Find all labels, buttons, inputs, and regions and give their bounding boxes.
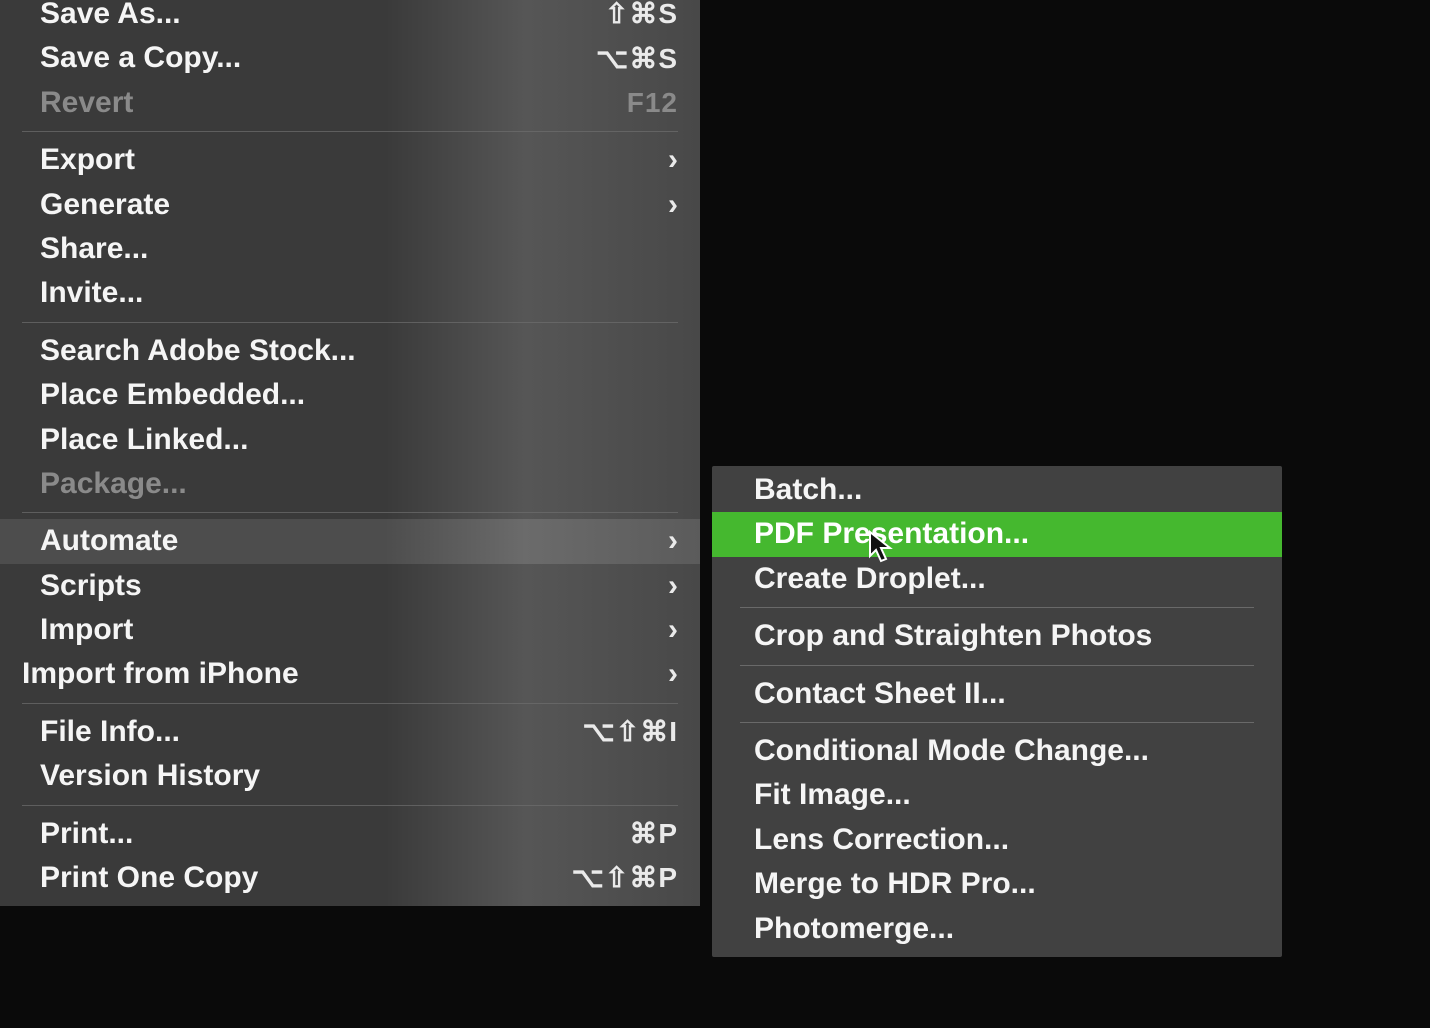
automate-submenu-item-merge-to-hdr-pro[interactable]: Merge to HDR Pro... bbox=[712, 862, 1282, 906]
menu-item-label: Create Droplet... bbox=[754, 560, 1258, 598]
file-menu-item-package: Package... bbox=[0, 462, 700, 506]
menu-item-shortcut: ⌥⇧⌘P bbox=[572, 860, 678, 896]
menu-item-label: Version History bbox=[40, 757, 678, 795]
menu-item-label: Photomerge... bbox=[754, 910, 1258, 948]
automate-submenu-item-fit-image[interactable]: Fit Image... bbox=[712, 773, 1282, 817]
chevron-right-icon: › bbox=[668, 655, 678, 693]
menu-item-shortcut: ⇧⌘S bbox=[605, 0, 678, 32]
automate-submenu[interactable]: Batch... PDF Presentation... Create Drople… bbox=[712, 466, 1282, 957]
file-menu-item-version-history[interactable]: Version History bbox=[0, 754, 700, 798]
file-menu-separator bbox=[22, 131, 678, 132]
file-menu-item-save-a-copy[interactable]: Save a Copy...⌥⌘S bbox=[0, 36, 700, 80]
chevron-right-icon: › bbox=[668, 186, 678, 224]
automate-submenu-separator bbox=[740, 722, 1254, 723]
menu-item-label: Import bbox=[40, 611, 660, 649]
automate-submenu-item-crop-and-straighten-photos[interactable]: Crop and Straighten Photos bbox=[712, 614, 1282, 658]
menu-item-label: Search Adobe Stock... bbox=[40, 332, 678, 370]
menu-item-label: Invite... bbox=[40, 274, 678, 312]
automate-submenu-separator bbox=[740, 607, 1254, 608]
menu-item-label: Revert bbox=[40, 84, 627, 122]
file-menu-item-scripts[interactable]: Scripts› bbox=[0, 564, 700, 608]
file-menu-separator bbox=[22, 805, 678, 806]
automate-submenu-item-batch[interactable]: Batch... bbox=[712, 468, 1282, 512]
chevron-right-icon: › bbox=[668, 141, 678, 179]
file-menu-separator bbox=[22, 512, 678, 513]
menu-item-label: Place Embedded... bbox=[40, 376, 678, 414]
automate-submenu-item-photomerge[interactable]: Photomerge... bbox=[712, 907, 1282, 951]
automate-submenu-item-create-droplet[interactable]: Create Droplet... bbox=[712, 557, 1282, 601]
file-menu-item-import-from-iphone[interactable]: Import from iPhone› bbox=[0, 652, 700, 696]
file-menu-item-print-one-copy[interactable]: Print One Copy⌥⇧⌘P bbox=[0, 856, 700, 900]
file-menu-item-generate[interactable]: Generate› bbox=[0, 183, 700, 227]
file-menu-separator bbox=[22, 322, 678, 323]
automate-submenu-item-lens-correction[interactable]: Lens Correction... bbox=[712, 818, 1282, 862]
menu-item-label: Package... bbox=[40, 465, 678, 503]
file-menu-item-invite[interactable]: Invite... bbox=[0, 271, 700, 315]
chevron-right-icon: › bbox=[668, 567, 678, 605]
file-menu-item-place-embedded[interactable]: Place Embedded... bbox=[0, 373, 700, 417]
menu-item-label: Share... bbox=[40, 230, 678, 268]
menu-item-label: Contact Sheet II... bbox=[754, 675, 1258, 713]
menu-item-shortcut: ⌥⇧⌘I bbox=[582, 714, 678, 750]
file-menu-item-revert: RevertF12 bbox=[0, 81, 700, 125]
menu-item-label: Conditional Mode Change... bbox=[754, 732, 1258, 770]
menu-item-label: Scripts bbox=[40, 567, 660, 605]
file-menu-item-import[interactable]: Import› bbox=[0, 608, 700, 652]
menu-item-label: Merge to HDR Pro... bbox=[754, 865, 1258, 903]
automate-submenu-separator bbox=[740, 665, 1254, 666]
file-menu-item-export[interactable]: Export› bbox=[0, 138, 700, 182]
menu-item-label: PDF Presentation... bbox=[754, 515, 1258, 553]
menu-item-label: Lens Correction... bbox=[754, 821, 1258, 859]
menu-item-shortcut: F12 bbox=[627, 85, 678, 121]
menu-item-label: Print... bbox=[40, 815, 629, 853]
menu-item-label: Save As... bbox=[40, 0, 605, 33]
menu-item-label: Print One Copy bbox=[40, 859, 572, 897]
file-menu-item-share[interactable]: Share... bbox=[0, 227, 700, 271]
menu-item-label: Fit Image... bbox=[754, 776, 1258, 814]
file-menu-item-file-info[interactable]: File Info...⌥⇧⌘I bbox=[0, 710, 700, 754]
menu-item-label: Batch... bbox=[754, 471, 1258, 509]
menu-item-label: Import from iPhone bbox=[22, 655, 660, 693]
chevron-right-icon: › bbox=[668, 522, 678, 560]
automate-submenu-item-pdf-presentation[interactable]: PDF Presentation... bbox=[712, 512, 1282, 556]
menu-item-label: Generate bbox=[40, 186, 660, 224]
file-menu-item-place-linked[interactable]: Place Linked... bbox=[0, 418, 700, 462]
file-menu-item-search-adobe-stock[interactable]: Search Adobe Stock... bbox=[0, 329, 700, 373]
menu-item-label: Crop and Straighten Photos bbox=[754, 617, 1258, 655]
file-menu-item-print[interactable]: Print...⌘P bbox=[0, 812, 700, 856]
automate-submenu-item-contact-sheet-ii[interactable]: Contact Sheet II... bbox=[712, 672, 1282, 716]
file-menu[interactable]: Save As...⇧⌘SSave a Copy...⌥⌘SRevertF12E… bbox=[0, 0, 700, 906]
menu-item-label: Automate bbox=[40, 522, 660, 560]
menu-item-label: Export bbox=[40, 141, 660, 179]
menu-item-shortcut: ⌘P bbox=[629, 816, 678, 852]
chevron-right-icon: › bbox=[668, 611, 678, 649]
menu-item-label: File Info... bbox=[40, 713, 582, 751]
menu-item-shortcut: ⌥⌘S bbox=[596, 41, 678, 77]
file-menu-item-automate[interactable]: Automate› bbox=[0, 519, 700, 563]
menu-item-label: Save a Copy... bbox=[40, 39, 596, 77]
menu-item-label: Place Linked... bbox=[40, 421, 678, 459]
automate-submenu-item-conditional-mode-change[interactable]: Conditional Mode Change... bbox=[712, 729, 1282, 773]
file-menu-item-save-as[interactable]: Save As...⇧⌘S bbox=[0, 0, 700, 36]
file-menu-separator bbox=[22, 703, 678, 704]
